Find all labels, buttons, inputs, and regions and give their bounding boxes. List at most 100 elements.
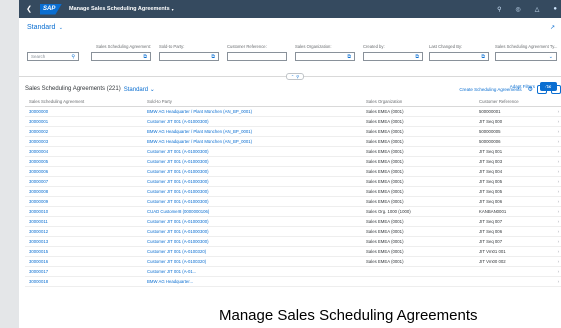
sold-to-party-link[interactable]: Customer JIT 001 (A-01000300) (143, 176, 362, 187)
agreement-id[interactable]: 30000015 (25, 246, 143, 257)
table-row[interactable]: 30000003 BMW AG Headquarter / Plant Münch… (25, 136, 561, 147)
table-row[interactable]: 30000000 BMW AG Headquarter / Plant Münch… (25, 106, 561, 117)
sold-to-party-link[interactable]: Customer JIT 001 (A-01000300) (143, 236, 362, 247)
table-row[interactable]: 30000007 Customer JIT 001 (A-01000300) Sal… (25, 176, 561, 187)
agreement-id[interactable]: 30000009 (25, 196, 143, 207)
sales-scheduling-agreement-field[interactable]: ⧉ (91, 52, 151, 61)
search-icon[interactable]: ⚲ (71, 54, 75, 60)
row-navigation-chevron-icon[interactable]: › (551, 156, 561, 167)
sold-to-party-link[interactable]: BMW AG Headquarter / Plant München (AN_B… (143, 126, 362, 137)
sold-to-party-link[interactable]: BMW AG Headquarter... (143, 276, 362, 287)
agreement-id[interactable]: 30000001 (25, 116, 143, 127)
export-icon[interactable]: ⇥ (537, 84, 547, 94)
row-navigation-chevron-icon[interactable]: › (551, 226, 561, 237)
row-navigation-chevron-icon[interactable]: › (551, 256, 561, 267)
agreement-id[interactable]: 30000003 (25, 136, 143, 147)
created-by-field[interactable]: ⧉ (363, 52, 423, 61)
table-row[interactable]: 30000010 CUAD Customer8 (0000000106) Sales… (25, 206, 561, 217)
row-navigation-chevron-icon[interactable]: › (551, 216, 561, 227)
help-icon[interactable]: ◎ (516, 6, 521, 13)
chevron-down-icon[interactable]: ⌄ (549, 54, 553, 60)
row-navigation-chevron-icon[interactable]: › (551, 136, 561, 147)
more-icon[interactable]: ⋮ (551, 84, 561, 94)
table-row[interactable]: 30000012 Customer JIT 001 (A-01000300) Sal… (25, 226, 561, 237)
column-header[interactable]: Sold-to Party (143, 98, 362, 107)
table-row[interactable]: 30000005 Customer JIT 001 (A-01000300) Sal… (25, 156, 561, 167)
sap-logo[interactable]: SAP (40, 3, 62, 15)
sold-to-party-link[interactable]: BMW AG Headquarter / Plant München (AN_B… (143, 136, 362, 147)
sold-to-party-link[interactable]: Customer JIT 001 (A-01000300) (143, 146, 362, 157)
search-input[interactable]: Search ⚲ (27, 52, 79, 61)
variant-selector[interactable]: Standard ⌄ (27, 24, 63, 31)
row-navigation-chevron-icon[interactable]: › (551, 276, 561, 287)
share-icon[interactable]: ↗ (550, 24, 555, 31)
agreement-id[interactable]: 30000016 (25, 256, 143, 267)
sold-to-party-link[interactable]: CUAD Customer8 (0000000106) (143, 206, 362, 217)
notifications-icon[interactable]: △ (535, 6, 540, 13)
last-changed-by-field[interactable]: ⧉ (429, 52, 489, 61)
table-variant-selector[interactable]: Standard ⌄ (124, 86, 155, 93)
sales-organization-field[interactable]: ⧉ (295, 52, 355, 61)
settings-icon[interactable]: ⚙ (528, 86, 533, 93)
sold-to-party-link[interactable]: Customer JIT 001 (A-01000300) (143, 166, 362, 177)
table-row[interactable]: 30000001 Customer JIT 001 (A-01000300) Sal… (25, 116, 561, 127)
table-row[interactable]: 30000013 Customer JIT 001 (A-01000300) Sal… (25, 236, 561, 247)
sold-to-party-link[interactable]: Customer JIT 001 (A-0100320) (143, 256, 362, 267)
sold-to-party-link[interactable]: Customer JIT 001 (A-01000300) (143, 186, 362, 197)
row-navigation-chevron-icon[interactable]: › (551, 166, 561, 177)
row-navigation-chevron-icon[interactable]: › (551, 126, 561, 137)
agreement-id[interactable]: 30000000 (25, 106, 143, 117)
table-row[interactable]: 30000002 BMW AG Headquarter / Plant Münch… (25, 126, 561, 137)
sold-to-party-link[interactable]: Customer JIT 001 (A-01000300) (143, 156, 362, 167)
title-chevron-down-icon[interactable]: ▾ (172, 7, 174, 12)
value-help-icon[interactable]: ⧉ (481, 54, 485, 60)
row-navigation-chevron-icon[interactable]: › (551, 176, 561, 187)
agreement-id[interactable]: 30000007 (25, 176, 143, 187)
table-row[interactable]: 30000016 Customer JIT 001 (A-0100320) Sale… (25, 256, 561, 267)
agreement-id[interactable]: 30000008 (25, 186, 143, 197)
agreement-id[interactable]: 30000002 (25, 126, 143, 137)
row-navigation-chevron-icon[interactable]: › (551, 246, 561, 257)
customer-reference-field[interactable] (227, 52, 287, 61)
sold-to-party-link[interactable]: Customer JIT 001 (A-0100320) (143, 246, 362, 257)
agreement-id[interactable]: 30000017 (25, 266, 143, 277)
row-navigation-chevron-icon[interactable]: › (551, 106, 561, 117)
agreement-type-select[interactable]: ⌄ (495, 52, 557, 61)
table-row[interactable]: 30000008 Customer JIT 001 (A-01000300) Sal… (25, 186, 561, 197)
sold-to-party-link[interactable]: Customer JIT 001 (A-01000300) (143, 196, 362, 207)
sold-to-party-link[interactable]: Customer JIT 001 (A-01000300) (143, 216, 362, 227)
agreement-id[interactable]: 30000004 (25, 146, 143, 157)
value-help-icon[interactable]: ⧉ (415, 54, 419, 60)
column-header[interactable]: Customer Reference (475, 98, 551, 107)
sold-to-party-link[interactable]: Customer JIT 001 (A-01... (143, 266, 362, 277)
row-navigation-chevron-icon[interactable]: › (551, 116, 561, 127)
value-help-icon[interactable]: ⧉ (211, 54, 215, 60)
column-header[interactable]: Sales Scheduling Agreement (25, 98, 143, 107)
row-navigation-chevron-icon[interactable]: › (551, 206, 561, 217)
row-navigation-chevron-icon[interactable]: › (551, 236, 561, 247)
row-navigation-chevron-icon[interactable]: › (551, 196, 561, 207)
table-row[interactable]: 30000018 BMW AG Headquarter... › (25, 276, 561, 287)
agreement-id[interactable]: 30000010 (25, 206, 143, 217)
agreement-id[interactable]: 30000005 (25, 156, 143, 167)
table-row[interactable]: 30000004 Customer JIT 001 (A-01000300) Sal… (25, 146, 561, 157)
agreement-id[interactable]: 30000006 (25, 166, 143, 177)
sold-to-party-link[interactable]: Customer JIT 001 (A-01000300) (143, 116, 362, 127)
agreement-id[interactable]: 30000018 (25, 276, 143, 287)
row-navigation-chevron-icon[interactable]: › (551, 146, 561, 157)
sold-to-party-link[interactable]: BMW AG Headquarter / Plant München (AN_B… (143, 106, 362, 117)
sold-to-party-link[interactable]: Customer JIT 001 (A-01000300) (143, 226, 362, 237)
sold-to-party-field[interactable]: ⧉ (159, 52, 219, 61)
value-help-icon[interactable]: ⧉ (347, 54, 351, 60)
agreement-id[interactable]: 30000012 (25, 226, 143, 237)
collapse-header-button[interactable]: ⌃ ⚲ (286, 73, 304, 80)
app-title[interactable]: Manage Sales Scheduling Agreements (69, 6, 170, 12)
table-row[interactable]: 30000006 Customer JIT 001 (A-01000300) Sal… (25, 166, 561, 177)
create-scheduling-agreements-button[interactable]: Create Scheduling Agreements (459, 87, 521, 92)
agreement-id[interactable]: 30000011 (25, 216, 143, 227)
avatar-icon[interactable]: ● (553, 6, 557, 13)
value-help-icon[interactable]: ⧉ (143, 54, 147, 60)
column-header[interactable]: Sales Organization (362, 98, 475, 107)
table-row[interactable]: 30000011 Customer JIT 001 (A-01000300) Sal… (25, 216, 561, 227)
table-row[interactable]: 30000017 Customer JIT 001 (A-01... › (25, 266, 561, 277)
